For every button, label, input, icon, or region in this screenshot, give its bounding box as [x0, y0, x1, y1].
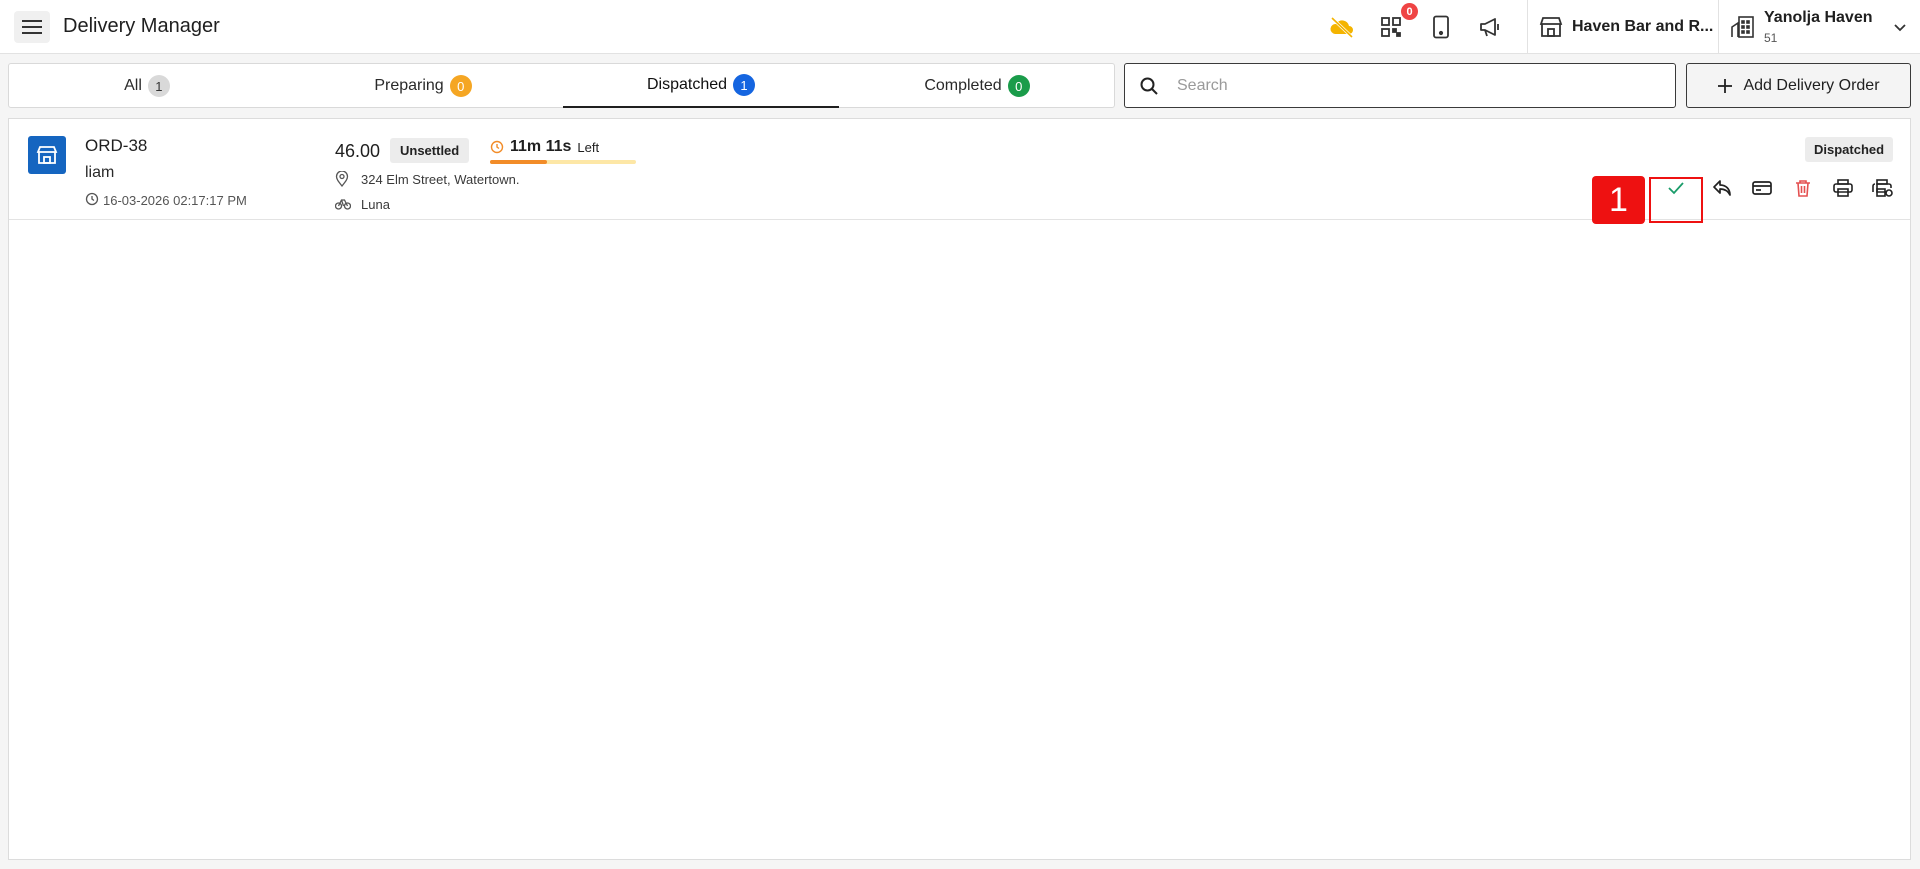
payment-button[interactable]: [1745, 171, 1779, 205]
tab-label: All: [124, 77, 142, 94]
trash-icon: [1796, 180, 1810, 197]
store-icon[interactable]: [1537, 13, 1565, 41]
notification-badge: 0: [1401, 3, 1418, 20]
timer-progress-fill: [490, 160, 547, 164]
reply-icon: [1713, 180, 1731, 196]
qr-scan-icon[interactable]: [1377, 13, 1405, 41]
order-tabs: All 1 Preparing 0 Dispatched 1 Completed…: [8, 63, 1115, 108]
tab-label: Completed: [924, 77, 1002, 94]
delivery-address: 324 Elm Street, Watertown.: [361, 172, 520, 187]
location-pin-icon: [335, 171, 349, 187]
tab-count-badge: 1: [733, 74, 756, 96]
tab-count-badge: 0: [1007, 75, 1030, 97]
order-row[interactable]: ORD-38 liam 16-03-2026 02:17:17 PM 46.00…: [9, 119, 1910, 224]
tab-label: Dispatched: [646, 76, 728, 93]
order-status-badge: Dispatched: [1805, 137, 1894, 162]
megaphone-icon[interactable]: [1476, 13, 1504, 41]
menu-button[interactable]: [14, 11, 50, 43]
timer-progress-bar: [490, 160, 636, 164]
search-icon: [1140, 77, 1158, 95]
order-datetime: 16-03-2026 02:17:17 PM: [103, 193, 247, 208]
user-subtitle: 51: [1764, 31, 1778, 45]
tab-label: Preparing: [374, 77, 444, 94]
tab-count-badge: 1: [147, 75, 170, 97]
printer-refresh-icon: [1872, 179, 1893, 197]
delete-order-button[interactable]: [1786, 171, 1820, 205]
tab-completed[interactable]: Completed 0: [839, 64, 1115, 108]
hamburger-icon: [22, 20, 42, 34]
orders-panel: ORD-38 liam 16-03-2026 02:17:17 PM 46.00…: [8, 118, 1911, 860]
rider-name: Luna: [361, 197, 390, 212]
credit-card-icon: [1752, 181, 1772, 195]
building-icon: [1729, 13, 1757, 41]
timer-clock-icon: [490, 140, 504, 154]
complete-order-button[interactable]: [1659, 171, 1693, 205]
tab-preparing[interactable]: Preparing 0: [285, 64, 561, 108]
user-name[interactable]: Yanolja Haven: [1764, 9, 1873, 27]
payment-status-badge: Unsettled: [390, 138, 470, 163]
divider: [1527, 0, 1528, 54]
customer-name: liam: [85, 164, 115, 181]
add-delivery-order-button[interactable]: Add Delivery Order: [1686, 63, 1911, 108]
top-bar: Delivery Manager 0 Haven Bar and R... Ya…: [0, 0, 1920, 54]
store-selector[interactable]: Haven Bar and R...: [1572, 18, 1713, 36]
check-icon: [1668, 182, 1684, 195]
order-amount: 46.00: [335, 141, 381, 161]
tab-all[interactable]: All 1: [9, 64, 285, 108]
step-marker: 1: [1592, 176, 1645, 224]
printer-icon: [1833, 179, 1853, 197]
chevron-down-icon[interactable]: [1886, 13, 1914, 41]
plus-icon: [1718, 78, 1733, 93]
delivery-timer: 11m 11s Left: [490, 138, 599, 156]
bicycle-icon: [335, 199, 351, 210]
search-input[interactable]: [1177, 74, 1657, 98]
search-box: [1124, 63, 1676, 108]
order-id[interactable]: ORD-38: [85, 136, 147, 156]
timer-suffix: Left: [577, 139, 600, 155]
divider: [1718, 0, 1719, 54]
order-source-store-icon: [28, 136, 66, 174]
add-delivery-order-label: Add Delivery Order: [1743, 76, 1880, 94]
tab-count-badge: 0: [449, 75, 472, 97]
tab-dispatched[interactable]: Dispatched 1: [563, 64, 839, 108]
cloud-off-icon[interactable]: [1328, 13, 1356, 41]
tablet-icon[interactable]: [1427, 13, 1455, 41]
clock-icon: [85, 192, 99, 206]
page-title: Delivery Manager: [63, 15, 220, 37]
return-order-button[interactable]: [1705, 171, 1739, 205]
reprint-button[interactable]: [1866, 171, 1900, 205]
timer-value: 11m 11s: [510, 138, 572, 155]
print-button[interactable]: [1826, 171, 1860, 205]
